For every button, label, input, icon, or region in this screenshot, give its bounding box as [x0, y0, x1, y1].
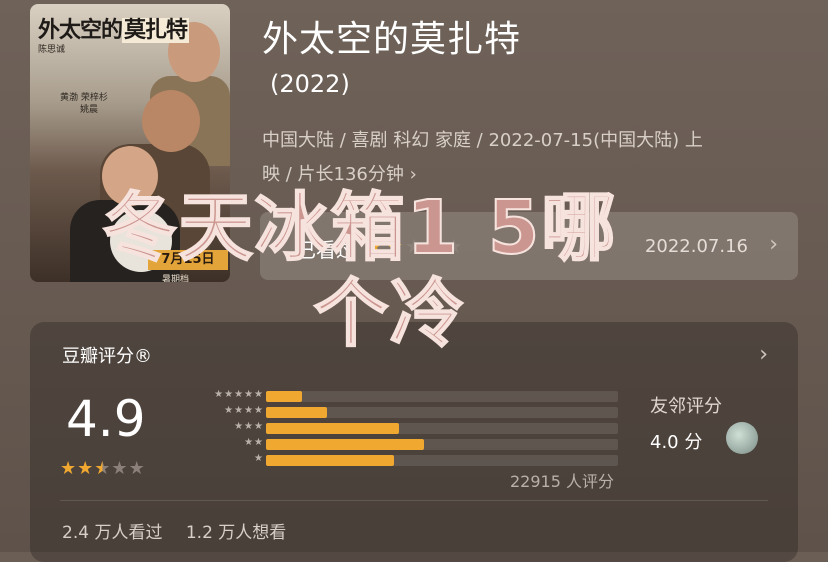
poster-credit: 姚晨: [80, 105, 99, 115]
movie-year: (2022): [270, 70, 350, 98]
star-icon[interactable]: ★: [405, 234, 425, 258]
star-icon: ★: [94, 458, 112, 479]
distribution-track: [266, 407, 618, 418]
poster-title: 外太空的莫扎特: [38, 12, 190, 44]
rating-score: 4.9: [66, 390, 146, 448]
distribution-track: [266, 391, 618, 402]
rating-card[interactable]: 豆瓣评分® › 4.9 ★★★★★ ★★★★★ ★★★★ ★★★ ★★ ★ 22915 …: [30, 322, 798, 562]
poster-release-date: 7月15日: [148, 250, 228, 270]
distribution-star-label: ★★★★★: [214, 389, 264, 400]
meta-line-2: 映 / 片长136分钟 ›: [262, 158, 802, 192]
social-counts: 2.4 万人看过 1.2 万人想看: [62, 518, 304, 543]
wish-count[interactable]: 1.2 万人想看: [186, 523, 286, 543]
meta-line: 中国大陆 / 喜剧 科幻 家庭 / 2022-07-15(中国大陆) 上: [262, 130, 703, 151]
distribution-star-label: ★: [254, 453, 264, 464]
distribution-bar: [266, 439, 424, 450]
poster-title-part: 外太空的: [38, 18, 123, 43]
distribution-star-label: ★★: [244, 437, 264, 448]
poster-title-part: 莫扎特: [122, 18, 190, 43]
distribution-track: [266, 423, 618, 434]
distribution-bar: [266, 455, 394, 466]
distribution-bar: [266, 391, 302, 402]
star-icon: ★: [128, 458, 146, 479]
distribution-track: [266, 455, 618, 466]
star-icon[interactable]: ★: [365, 234, 385, 258]
my-rating-bar[interactable]: 已看过 ★★★★★ 2022.07.16 ›: [260, 212, 798, 280]
rating-stars: ★★★★★: [60, 458, 146, 479]
distribution-star-label: ★★★: [234, 421, 264, 432]
friend-rating-label: 友邻评分: [650, 396, 722, 417]
friend-avatar[interactable]: [726, 422, 758, 454]
chevron-right-icon[interactable]: ›: [759, 342, 768, 367]
star-icon[interactable]: ★: [425, 234, 445, 258]
star-icon: ★: [60, 458, 78, 479]
distribution-bar: [266, 423, 399, 434]
poster-date-sub: 暑期档: [162, 275, 190, 282]
poster-credit: 陈思诚: [38, 45, 66, 55]
star-icon[interactable]: ★: [445, 234, 465, 258]
distribution-star-label: ★★★★: [224, 405, 264, 416]
movie-meta[interactable]: 中国大陆 / 喜剧 科幻 家庭 / 2022-07-15(中国大陆) 上 映 /…: [262, 124, 802, 192]
friend-rating-score: 4.0 分: [650, 432, 703, 453]
distribution-track: [266, 439, 618, 450]
poster-figure: [142, 90, 200, 152]
watched-label: 已看过: [296, 238, 356, 262]
rating-count: 22915 人评分: [510, 472, 614, 491]
rating-card-title: 豆瓣评分®: [62, 346, 152, 367]
divider: [60, 500, 768, 501]
distribution-bar: [266, 407, 327, 418]
watched-date: 2022.07.16: [644, 236, 748, 257]
movie-title: 外太空的莫扎特: [262, 19, 522, 60]
poster-figure: [102, 146, 158, 206]
star-icon: ★: [77, 458, 95, 479]
star-icon: ★: [111, 458, 129, 479]
watched-count[interactable]: 2.4 万人看过: [62, 523, 162, 543]
my-star-rating[interactable]: ★★★★★: [365, 234, 465, 258]
chevron-right-icon: ›: [769, 232, 778, 257]
movie-poster[interactable]: 外太空的莫扎特 陈思诚 黄渤 荣梓杉 姚晨 7月15日 暑期档: [30, 4, 230, 282]
star-icon[interactable]: ★: [385, 234, 405, 258]
chevron-right-icon: ›: [409, 164, 417, 185]
meta-line: 映 / 片长136分钟: [262, 164, 404, 185]
